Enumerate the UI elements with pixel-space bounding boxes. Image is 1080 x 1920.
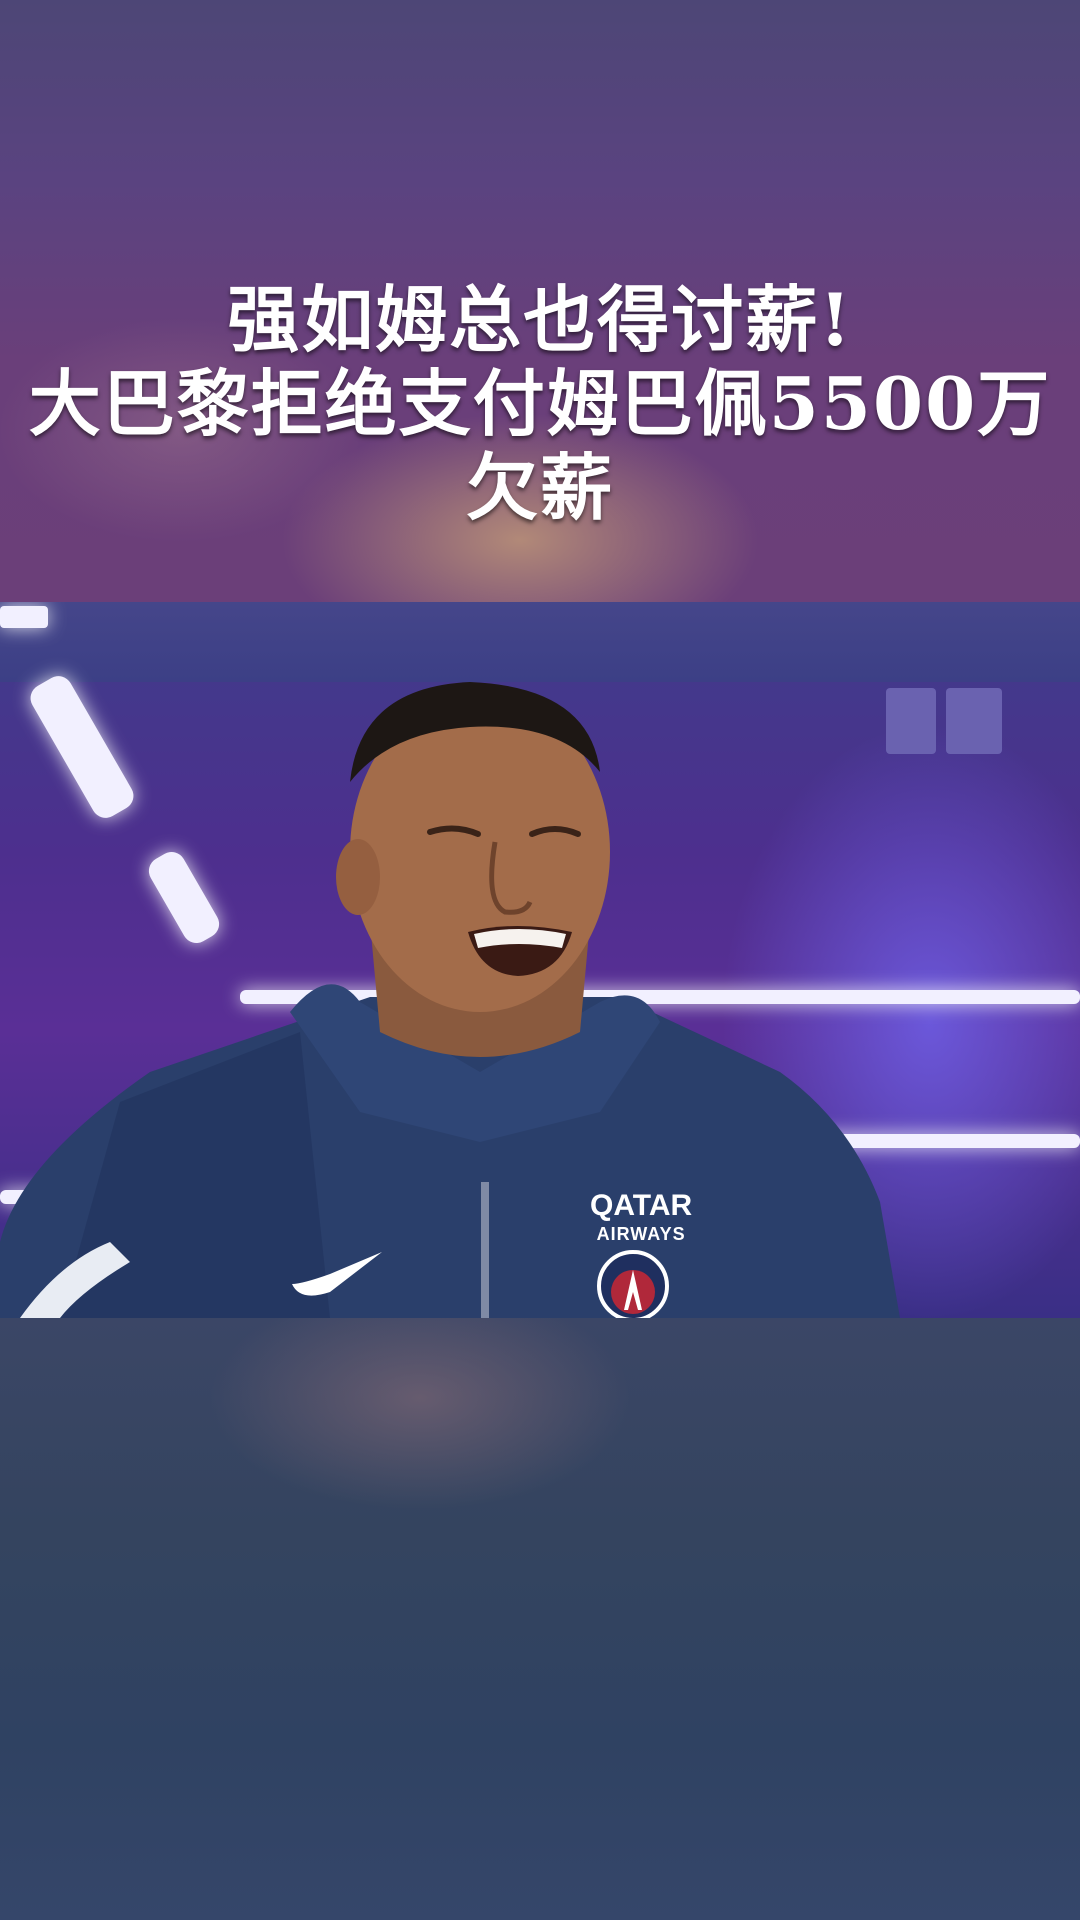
laughing-player-illustration	[0, 682, 900, 1318]
headline-line-2: 大巴黎拒绝支付姆巴佩5500万	[28, 361, 1052, 446]
ear	[336, 839, 380, 915]
video-headline: 强如姆总也得讨薪! 大巴黎拒绝支付姆巴佩5500万 欠薪	[0, 278, 1080, 530]
sponsor-line-2: AIRWAYS	[596, 1224, 686, 1244]
sponsor-logo: QATAR AIRWAYS	[590, 1189, 693, 1248]
headline-line-1: 强如姆总也得讨薪!	[227, 277, 853, 362]
video-player[interactable]: QATAR AIRWAYS	[0, 602, 1080, 1318]
sponsor-line-1: QATAR	[590, 1189, 693, 1222]
headline-line-3: 欠薪	[465, 445, 614, 530]
zipper	[481, 1182, 489, 1318]
blurred-background-bottom	[0, 1318, 1080, 1920]
